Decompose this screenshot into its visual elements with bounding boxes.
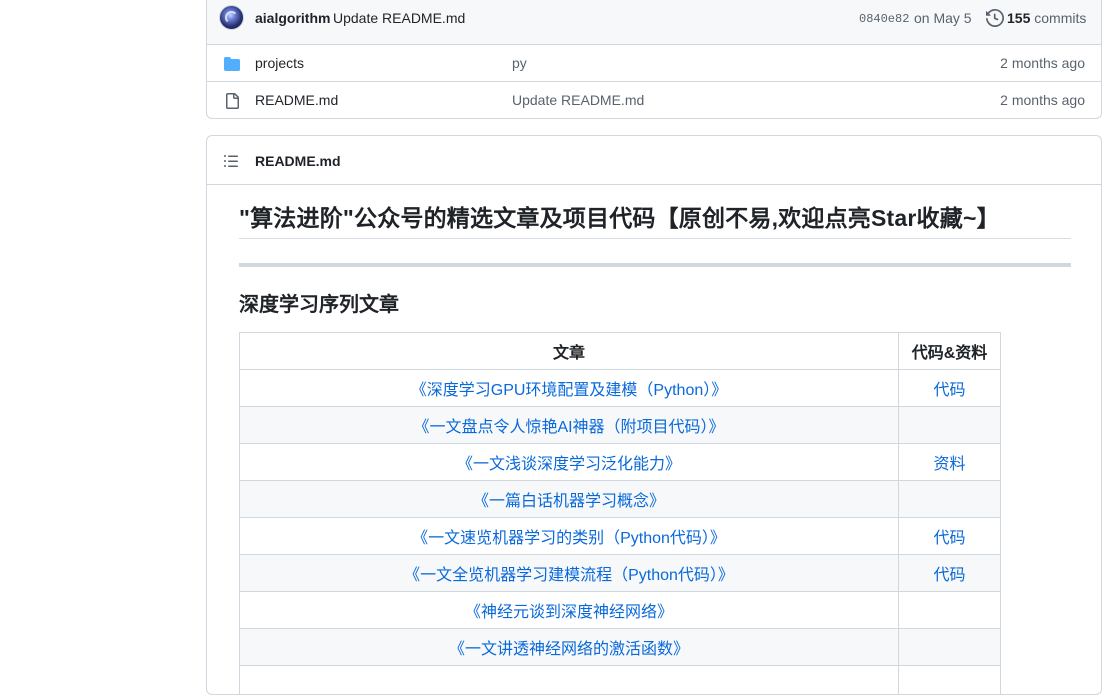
horizontal-rule <box>239 263 1071 267</box>
article-link[interactable]: 《一文全览机器学习建模流程（Python代码）》 <box>404 567 734 584</box>
table-row: 《一文速览机器学习的类别（Python代码）》 代码 <box>240 518 1001 555</box>
code-link[interactable]: 代码 <box>933 567 965 584</box>
article-cell: 《神经元谈到深度神经网络》 <box>240 592 899 629</box>
table-row: 《一文浅谈深度学习泛化能力》 资料 <box>240 444 1001 481</box>
file-commit-link[interactable]: Update README.md <box>512 92 644 108</box>
article-cell: 《一文浅谈深度学习泛化能力》 <box>240 444 899 481</box>
code-cell: 代码 <box>899 555 1001 592</box>
table-header-row: 文章 代码&资料 <box>240 333 1001 370</box>
latest-commit-row: aialgorithm Update README.md 0840e82 on … <box>207 0 1101 45</box>
code-cell <box>899 481 1001 518</box>
file-list-box: aialgorithm Update README.md 0840e82 on … <box>206 0 1102 119</box>
articles-table: 文章 代码&资料 《深度学习GPU环境配置及建模（Python）》 代码 《一文… <box>239 332 1001 695</box>
commit-count-link[interactable]: 155 commits <box>1007 10 1086 26</box>
article-link[interactable]: 《一文盘点令人惊艳AI神器（附项目代码）》 <box>413 419 724 436</box>
history-icon[interactable] <box>986 9 1004 27</box>
code-cell: 代码 <box>899 370 1001 407</box>
file-commit-link[interactable]: py <box>512 55 527 71</box>
table-row: 《一文全览机器学习建模流程（Python代码）》 代码 <box>240 555 1001 592</box>
file-name-link[interactable]: projects <box>255 55 304 71</box>
readme-body: "算法进阶"公众号的精选文章及项目代码【原创不易,欢迎点亮Star收藏~】 深度… <box>239 185 1071 318</box>
code-cell: 资料 <box>899 444 1001 481</box>
table-row <box>240 666 1001 695</box>
table-row: 《深度学习GPU环境配置及建模（Python）》 代码 <box>240 370 1001 407</box>
header-article: 文章 <box>240 333 899 370</box>
article-cell: 《一文速览机器学习的类别（Python代码）》 <box>240 518 899 555</box>
commit-message-link[interactable]: Update README.md <box>333 10 465 26</box>
article-cell: 《一文讲透神经网络的激活函数》 <box>240 629 899 666</box>
article-cell <box>240 666 899 695</box>
table-row: 《一文讲透神经网络的激活函数》 <box>240 629 1001 666</box>
code-link[interactable]: 代码 <box>933 382 965 399</box>
code-link[interactable]: 资料 <box>933 456 965 473</box>
avatar[interactable] <box>219 5 244 30</box>
article-link[interactable]: 《神经元谈到深度神经网络》 <box>465 604 673 621</box>
article-link[interactable]: 《一篇白话机器学习概念》 <box>473 493 665 510</box>
file-age: 2 months ago <box>1000 55 1085 71</box>
table-row: 《一篇白话机器学习概念》 <box>240 481 1001 518</box>
file-name-link[interactable]: README.md <box>255 92 338 108</box>
code-cell <box>899 666 1001 695</box>
commit-sha-link[interactable]: 0840e82 <box>859 12 909 26</box>
article-cell: 《一文盘点令人惊艳AI神器（附项目代码）》 <box>240 407 899 444</box>
header-code: 代码&资料 <box>899 333 1001 370</box>
folder-icon <box>223 56 241 72</box>
readme-title: "算法进阶"公众号的精选文章及项目代码【原创不易,欢迎点亮Star收藏~】 <box>239 203 1071 239</box>
article-link[interactable]: 《一文讲透神经网络的激活函数》 <box>449 641 689 658</box>
article-cell: 《一篇白话机器学习概念》 <box>240 481 899 518</box>
code-cell <box>899 407 1001 444</box>
table-row: 《神经元谈到深度神经网络》 <box>240 592 1001 629</box>
list-unordered-icon[interactable] <box>223 153 239 169</box>
code-cell <box>899 592 1001 629</box>
article-link[interactable]: 《一文速览机器学习的类别（Python代码）》 <box>412 530 726 547</box>
file-age: 2 months ago <box>1000 92 1085 108</box>
readme-header: README.md <box>207 136 1101 185</box>
code-cell: 代码 <box>899 518 1001 555</box>
article-link[interactable]: 《一文浅谈深度学习泛化能力》 <box>457 456 681 473</box>
commit-count-number: 155 <box>1007 10 1030 26</box>
file-icon <box>223 93 241 109</box>
table-row: 《一文盘点令人惊艳AI神器（附项目代码）》 <box>240 407 1001 444</box>
commit-count-label: commits <box>1034 10 1086 26</box>
article-link[interactable]: 《深度学习GPU环境配置及建模（Python）》 <box>411 382 728 399</box>
code-cell <box>899 629 1001 666</box>
commit-date: on May 5 <box>914 10 972 26</box>
commit-author-link[interactable]: aialgorithm <box>255 10 330 26</box>
file-row: projects py 2 months ago <box>207 45 1101 82</box>
readme-filename-link[interactable]: README.md <box>255 153 341 169</box>
article-cell: 《一文全览机器学习建模流程（Python代码）》 <box>240 555 899 592</box>
readme-box: README.md "算法进阶"公众号的精选文章及项目代码【原创不易,欢迎点亮S… <box>206 135 1102 695</box>
code-link[interactable]: 代码 <box>933 530 965 547</box>
section-title: 深度学习序列文章 <box>239 292 1071 318</box>
article-cell: 《深度学习GPU环境配置及建模（Python）》 <box>240 370 899 407</box>
file-row: README.md Update README.md 2 months ago <box>207 82 1101 119</box>
